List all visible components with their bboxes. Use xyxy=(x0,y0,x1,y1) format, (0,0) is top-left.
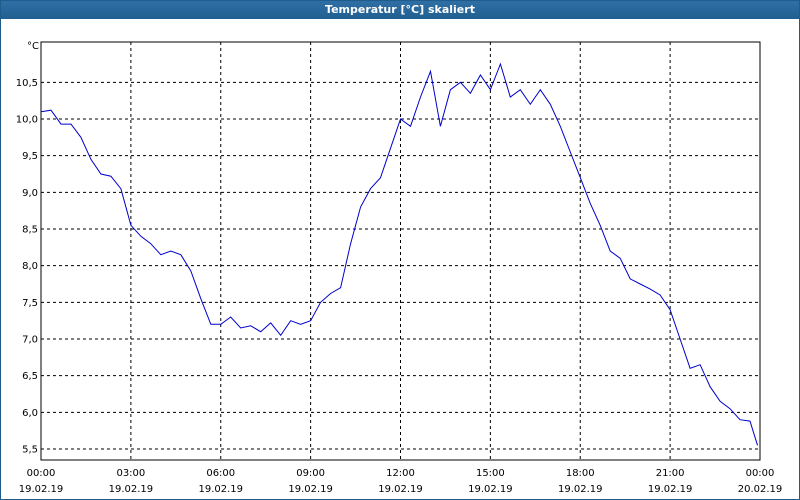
y-tick-label: 9,5 xyxy=(22,151,38,162)
y-tick-label: 10,0 xyxy=(16,115,38,126)
x-tick-date: 20.02.19 xyxy=(738,484,783,495)
window-title: Temperatur [°C] skaliert xyxy=(1,1,799,19)
x-tick-date: 19.02.19 xyxy=(198,484,243,495)
x-axis-ticks: 00:00 19.02.19 03:00 19.02.19 06:00 19.02.19 0… xyxy=(19,468,783,495)
x-tick-time: 12:00 xyxy=(386,468,415,479)
y-axis-ticks: 5,5 6,0 6,5 7,0 7,5 8,0 8,5 9,0 9,5 10,0 10,5 xyxy=(16,78,38,456)
y-tick-label: 8,5 xyxy=(22,225,38,236)
temperature-chart: °C 5,5 6,0 6,5 7,0 7,5 8,0 8,5 9,0 9,5 10,0 10,5 0… xyxy=(16,41,783,495)
x-tick-date: 19.02.19 xyxy=(648,484,693,495)
x-tick-time: 15:00 xyxy=(476,468,505,479)
x-tick-date: 19.02.19 xyxy=(468,484,513,495)
x-tick-time: 03:00 xyxy=(116,468,145,479)
y-tick-label: 7,5 xyxy=(22,298,38,309)
x-tick-time: 06:00 xyxy=(206,468,235,479)
y-tick-label: 7,0 xyxy=(22,335,38,346)
y-tick-label: 5,5 xyxy=(22,445,38,456)
chart-window: Temperatur [°C] skaliert °C 5,5 6,0 6,5 7,0… xyxy=(0,0,800,500)
y-axis-unit: °C xyxy=(27,41,39,52)
x-tick-time: 00:00 xyxy=(746,468,775,479)
y-tick-label: 6,0 xyxy=(22,408,38,419)
x-tick-time: 21:00 xyxy=(656,468,685,479)
x-tick-date: 19.02.19 xyxy=(378,484,423,495)
x-tick-time: 00:00 xyxy=(27,468,56,479)
x-tick-time: 18:00 xyxy=(566,468,595,479)
y-tick-label: 8,0 xyxy=(22,261,38,272)
x-tick-date: 19.02.19 xyxy=(109,484,154,495)
x-tick-date: 19.02.19 xyxy=(19,484,64,495)
y-tick-label: 9,0 xyxy=(22,188,38,199)
y-tick-label: 10,5 xyxy=(16,78,38,89)
x-tick-time: 09:00 xyxy=(296,468,325,479)
y-tick-label: 6,5 xyxy=(22,371,38,382)
x-tick-date: 19.02.19 xyxy=(288,484,333,495)
x-tick-date: 19.02.19 xyxy=(558,484,603,495)
